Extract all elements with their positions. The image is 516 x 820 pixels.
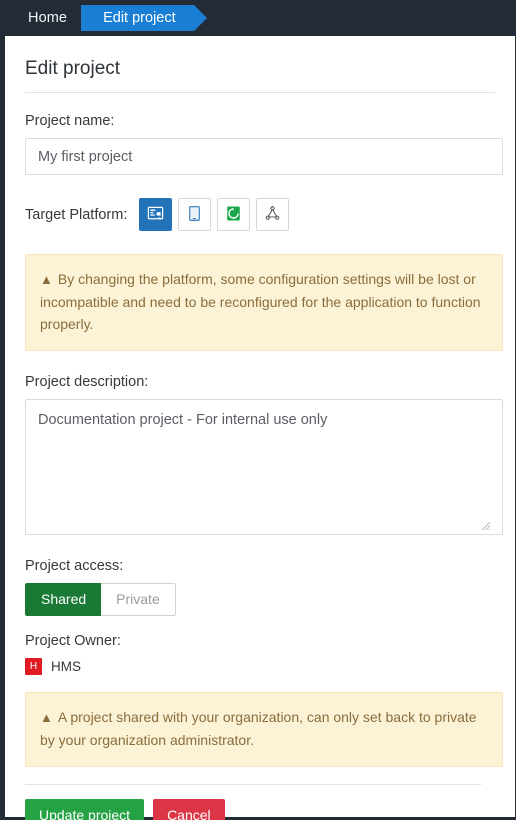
access-option-private[interactable]: Private (101, 583, 176, 616)
target-platform-label: Target Platform: (25, 206, 128, 223)
green-refresh-device-icon (224, 204, 243, 226)
platform-warning-alert: ▲ By changing the platform, some configur… (25, 254, 503, 351)
owner-avatar: H (25, 658, 42, 675)
cancel-button[interactable]: Cancel (153, 799, 225, 820)
form-actions: Update project Cancel (25, 799, 497, 820)
project-owner-label: Project Owner: (25, 633, 121, 649)
access-warning-alert: ▲ A project shared with your organization… (25, 692, 503, 767)
access-warning-text: A project shared with your organization,… (40, 709, 477, 748)
edit-project-page: Home Edit project Edit project Project n… (0, 0, 516, 820)
network-topology-icon (263, 204, 282, 226)
access-option-shared[interactable]: Shared (25, 583, 102, 616)
breadcrumb-active-item[interactable]: Edit project (68, 5, 207, 31)
breadcrumb-bar: Home Edit project (0, 0, 516, 36)
form-content: Edit project Project name: Target Platfo… (5, 36, 515, 820)
title-divider (25, 92, 495, 93)
update-project-button[interactable]: Update project (25, 799, 145, 820)
target-platform-row: Target Platform: (25, 198, 497, 231)
project-description-label: Project description: (25, 374, 149, 390)
warning-triangle-icon: ▲ (40, 710, 53, 725)
footer-divider (25, 784, 481, 785)
platform-option-device-configuration[interactable] (139, 198, 173, 231)
project-name-input[interactable] (25, 138, 503, 175)
project-owner-row: H HMS (25, 658, 497, 675)
device-configuration-icon (146, 204, 165, 226)
warning-triangle-icon: ▲ (40, 272, 53, 287)
tablet-device-icon (185, 204, 204, 226)
platform-option-green-device[interactable] (217, 198, 251, 231)
platform-option-tablet[interactable] (178, 198, 212, 231)
owner-name-label: HMS (51, 659, 81, 674)
project-access-label: Project access: (25, 558, 124, 574)
platform-warning-text: By changing the platform, some configura… (40, 271, 481, 332)
project-name-label: Project name: (25, 113, 115, 129)
project-description-wrapper (19, 399, 503, 535)
page-title: Edit project (25, 58, 121, 79)
platform-option-network-topology[interactable] (256, 198, 290, 231)
project-description-textarea[interactable] (25, 399, 503, 535)
breadcrumb-active-label[interactable]: Edit project (68, 5, 207, 31)
content-frame: Edit project Project name: Target Platfo… (0, 36, 516, 820)
project-access-toggle: Shared Private (25, 583, 176, 616)
